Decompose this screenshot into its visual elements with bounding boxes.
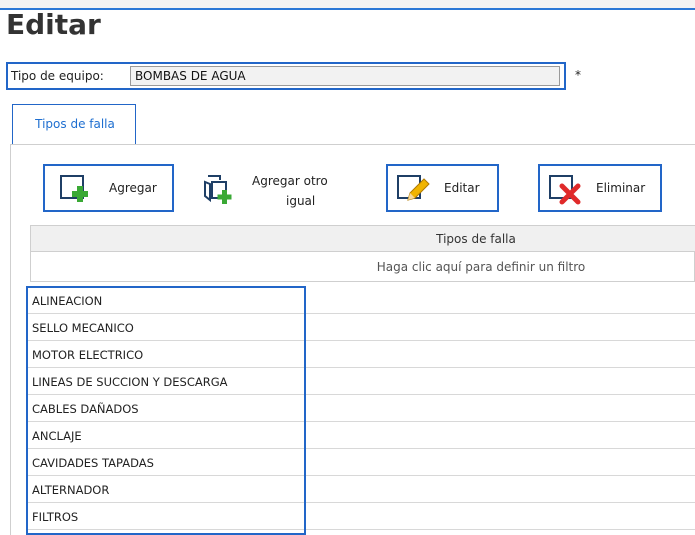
required-marker: * — [575, 68, 581, 82]
table-row[interactable]: SELLO MECANICO — [26, 314, 695, 341]
edit-icon — [397, 175, 430, 201]
column-header[interactable]: Tipos de falla — [31, 226, 695, 252]
add-button[interactable]: Agregar — [43, 164, 174, 212]
filter-hint: Haga clic aquí para definir un filtro — [376, 260, 586, 274]
edit-button[interactable]: Editar — [386, 164, 499, 212]
table-row[interactable]: ALTERNADOR — [26, 476, 695, 503]
row-cell: LINEAS DE SUCCION Y DESCARGA — [32, 375, 228, 389]
equipment-type-field: Tipo de equipo: BOMBAS DE AGUA — [6, 62, 566, 90]
equipment-type-input[interactable]: BOMBAS DE AGUA — [130, 66, 560, 86]
table-row[interactable]: ANCLAJE — [26, 422, 695, 449]
add-icon — [60, 175, 88, 202]
add-same-button[interactable]: Agregar otro igual — [200, 168, 360, 216]
edit-button-label: Editar — [444, 181, 480, 195]
delete-button-label: Eliminar — [596, 181, 646, 195]
row-cell: ALINEACION — [32, 294, 103, 308]
row-cell: FILTROS — [32, 510, 79, 524]
add-same-label-line2: igual — [286, 194, 316, 208]
fault-types-grid: Tipos de falla Haga clic aquí para defin… — [30, 225, 695, 282]
filter-row[interactable]: Haga clic aquí para definir un filtro — [31, 253, 695, 281]
add-same-label-line1: Agregar otro — [252, 174, 328, 188]
equipment-type-label: Tipo de equipo: — [11, 69, 104, 83]
add-button-label: Agregar — [109, 181, 157, 195]
table-row[interactable]: LINEAS DE SUCCION Y DESCARGA — [26, 368, 695, 395]
page-title: Editar — [6, 8, 101, 41]
delete-button[interactable]: Eliminar — [538, 164, 662, 212]
top-menu-strip — [0, 0, 695, 10]
tab-label: Tipos de falla — [35, 117, 115, 131]
row-cell: ALTERNADOR — [32, 483, 110, 497]
row-cell: SELLO MECANICO — [32, 321, 134, 335]
table-row[interactable]: FILTROS — [26, 503, 695, 530]
copy-add-icon — [204, 175, 232, 204]
fault-types-list: ALINEACION SELLO MECANICO MOTOR ELECTRIC… — [26, 285, 695, 535]
column-header-label: Tipos de falla — [436, 232, 516, 246]
tab-tipos-de-falla[interactable]: Tipos de falla — [12, 104, 136, 144]
table-row[interactable]: ALINEACION — [26, 287, 695, 314]
row-cell: CABLES DAÑADOS — [32, 402, 139, 416]
table-row[interactable]: MOTOR ELECTRICO — [26, 341, 695, 368]
row-cell: MOTOR ELECTRICO — [32, 348, 144, 362]
table-row[interactable]: CABLES DAÑADOS — [26, 395, 695, 422]
row-cell: CAVIDADES TAPADAS — [32, 456, 154, 470]
delete-icon — [549, 175, 581, 205]
row-cell: ANCLAJE — [32, 429, 82, 443]
table-row[interactable]: CAVIDADES TAPADAS — [26, 449, 695, 476]
